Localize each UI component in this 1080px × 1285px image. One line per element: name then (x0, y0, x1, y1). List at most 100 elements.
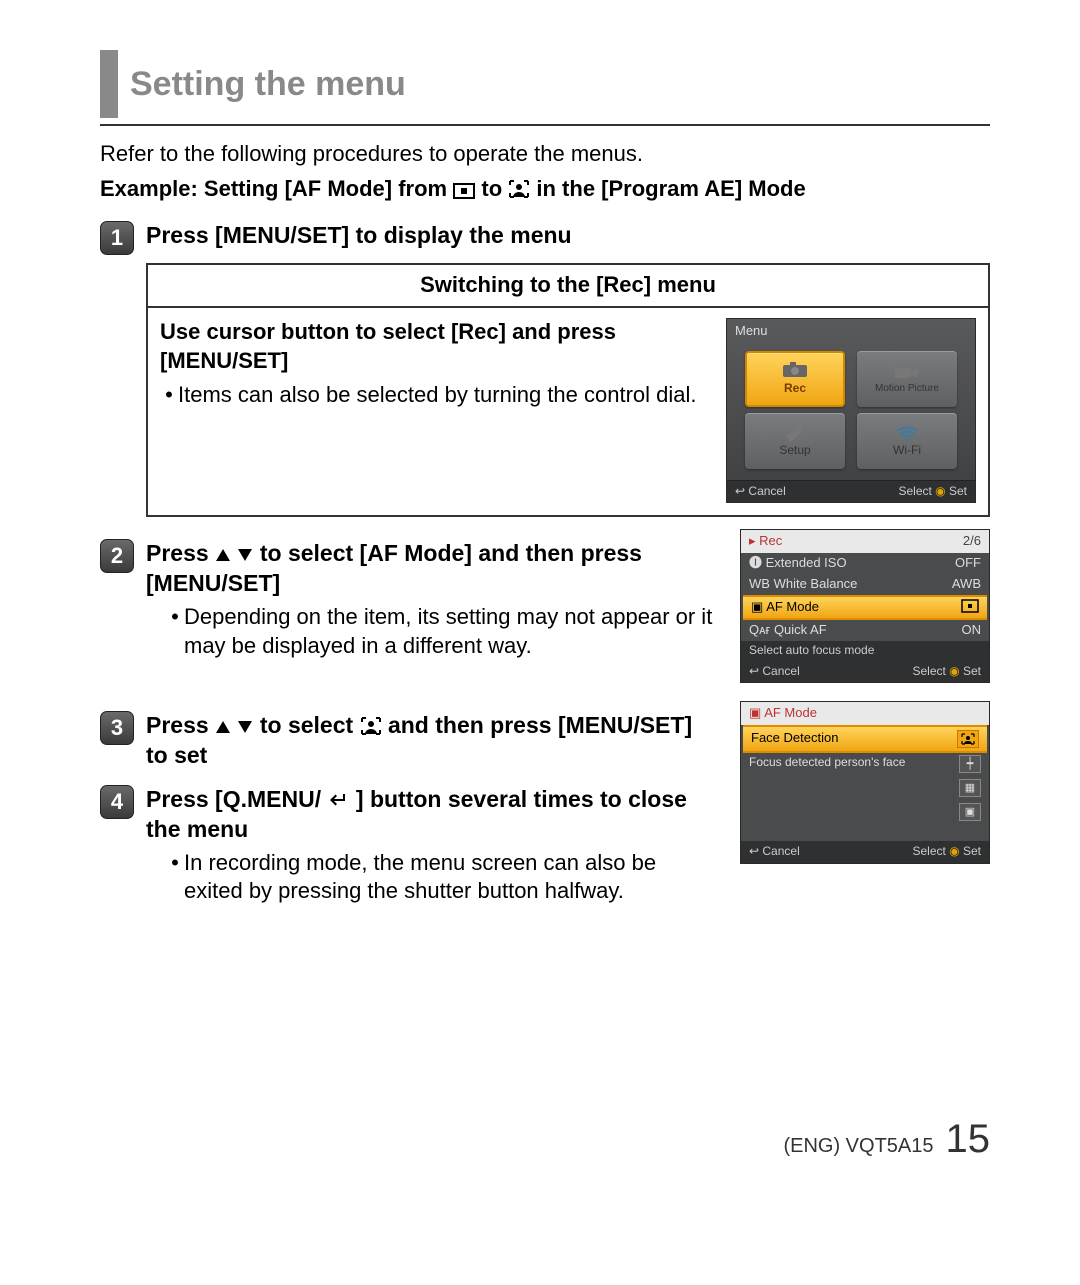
tile-rec: Rec (745, 351, 845, 407)
bullet-dot: • (160, 381, 178, 410)
bullet-dot: • (166, 603, 184, 660)
return-arrow-icon: ↩ (735, 484, 745, 498)
cam3-description: Focus detected person's face (741, 753, 959, 821)
page-title: Setting the menu (130, 50, 406, 118)
dial-icon: ◉ (935, 484, 949, 498)
qaf-icon: Qᴀғ (749, 622, 770, 637)
rec-flag-icon: ▸ (749, 533, 756, 548)
step-4: 4 Press [Q.MENU/ ] button several times … (100, 785, 720, 845)
face-detect-icon (508, 179, 530, 199)
step-2: 2 Press to select [AF Mode] and then pre… (100, 539, 720, 599)
cam3-set-label: Set (963, 844, 981, 858)
cam2-r1-name: Extended ISO (766, 555, 847, 570)
step-1-title: Press [MENU/SET] to display the menu (146, 221, 572, 251)
title-accent-bar (100, 50, 118, 118)
multi-area-icon: ▦ (959, 779, 981, 797)
cam3-row-label: Face Detection (751, 730, 838, 748)
step-3-mid: to select (260, 712, 360, 738)
wrench-icon (782, 423, 808, 441)
cam2-info-bar: Select auto focus mode (741, 641, 989, 661)
cam3-top-label: AF Mode (764, 705, 817, 720)
step-1-badge: 1 (100, 221, 134, 255)
wifi-icon (894, 423, 920, 441)
iso-icon: 🅘 (749, 555, 762, 570)
example-post: in the [Program AE] Mode (536, 176, 805, 201)
step-2-bullet-text: Depending on the item, its setting may n… (184, 603, 720, 660)
intro-text: Refer to the following procedures to ope… (100, 140, 990, 169)
cam2-top-label: ▸ Rec (749, 533, 782, 550)
cam1-cancel: ↩ Cancel (735, 484, 786, 500)
cam2-cancel-label: Cancel (762, 664, 799, 678)
cam3-cancel: ↩ Cancel (749, 844, 800, 860)
step-2-bullet: • Depending on the item, its setting may… (166, 603, 720, 660)
cam2-row-af-mode-selected: ▣ AF Mode (743, 595, 987, 620)
example-mid: to (481, 176, 508, 201)
cam2-r1-val: OFF (955, 555, 981, 572)
cam2-page-indicator: 2/6 (963, 533, 981, 550)
cam2-set-label: Set (963, 664, 981, 678)
cam3-mode-icons: ┿ ▦ ▣ (959, 755, 989, 821)
wb-icon: WB (749, 576, 770, 591)
cam2-row-white-balance: WB White Balance AWB (741, 574, 989, 595)
bullet-text: Items can also be selected by turning th… (178, 381, 714, 410)
cam2-r2-name: White Balance (774, 576, 858, 591)
tile-motion-label: Motion Picture (875, 384, 939, 394)
step-4-pre: Press [Q.MENU/ (146, 786, 321, 812)
horizontal-rule (100, 124, 990, 126)
video-camera-icon (893, 364, 921, 382)
return-icon (328, 790, 350, 810)
example-line: Example: Setting [AF Mode] from to in th… (100, 175, 990, 204)
tile-setup-label: Setup (779, 443, 810, 459)
cam2-r4-name: Quick AF (774, 622, 827, 637)
cam2-row-extended-iso: 🅘 Extended ISO OFF (741, 553, 989, 574)
cam2-r3-val-icon (961, 599, 979, 616)
cam2-select-set: Select ◉ Set (912, 664, 981, 680)
bullet-dot: • (166, 849, 184, 906)
step-4-bullet-text: In recording mode, the menu screen can a… (184, 849, 720, 906)
tile-wifi: Wi-Fi (857, 413, 957, 469)
step-1-bullet: • Items can also be selected by turning … (160, 381, 714, 410)
up-triangle-icon (215, 548, 231, 562)
box-subtitle: Use cursor button to select [Rec] and pr… (160, 318, 714, 375)
cam3-cancel-label: Cancel (762, 844, 799, 858)
page-number: 15 (946, 1113, 991, 1165)
tile-wifi-label: Wi-Fi (893, 443, 921, 459)
box-header: Switching to the [Rec] menu (148, 265, 988, 308)
camera-menu-screenshot-2: ▸ Rec 2/6 🅘 Extended ISO OFF WB White Ba… (740, 529, 990, 683)
cam1-cancel-label: Cancel (748, 484, 785, 498)
down-triangle-icon (237, 548, 253, 562)
tile-setup: Setup (745, 413, 845, 469)
step-1: 1 Press [MENU/SET] to display the menu (100, 221, 990, 255)
down-triangle-icon (237, 720, 253, 734)
step-4-badge: 4 (100, 785, 134, 819)
single-area-icon: ▣ (959, 803, 981, 821)
step-4-bullet: • In recording mode, the menu screen can… (166, 849, 720, 906)
cam1-set-label: Set (949, 484, 967, 498)
camera-menu-screenshot-1: Menu Rec Motion Picture Setup (726, 318, 976, 503)
face-detect-icon (360, 716, 382, 736)
step-3-pre: Press (146, 712, 215, 738)
step-2-badge: 2 (100, 539, 134, 573)
single-area-af-icon (453, 183, 475, 199)
cam2-r2-val: AWB (952, 576, 981, 593)
step-2-pre: Press (146, 540, 215, 566)
step-3-badge: 3 (100, 711, 134, 745)
af-mode-icon: ▣ (749, 705, 761, 720)
cam2-r4-val: ON (962, 622, 982, 639)
cam3-row-face-detection-selected: Face Detection (743, 725, 987, 753)
tile-motion-picture: Motion Picture (857, 351, 957, 407)
step-4-title: Press [Q.MENU/ ] button several times to… (146, 785, 720, 845)
af-tracking-icon: ┿ (959, 755, 981, 773)
tile-rec-label: Rec (784, 381, 806, 397)
cam1-header: Menu (727, 319, 975, 344)
cam2-r3-name: AF Mode (766, 599, 819, 614)
af-icon: ▣ (751, 599, 763, 614)
camera-icon (781, 361, 809, 379)
camera-menu-screenshot-3: ▣ AF Mode Face Detection Focus detected … (740, 701, 990, 863)
rec-menu-box: Switching to the [Rec] menu Use cursor b… (146, 263, 990, 517)
cam3-select-set: Select ◉ Set (912, 844, 981, 860)
face-detect-small-icon (957, 730, 979, 748)
example-pre: Example: Setting [AF Mode] from (100, 176, 453, 201)
step-2-title: Press to select [AF Mode] and then press… (146, 539, 720, 599)
cam1-select-label: Select (898, 484, 931, 498)
